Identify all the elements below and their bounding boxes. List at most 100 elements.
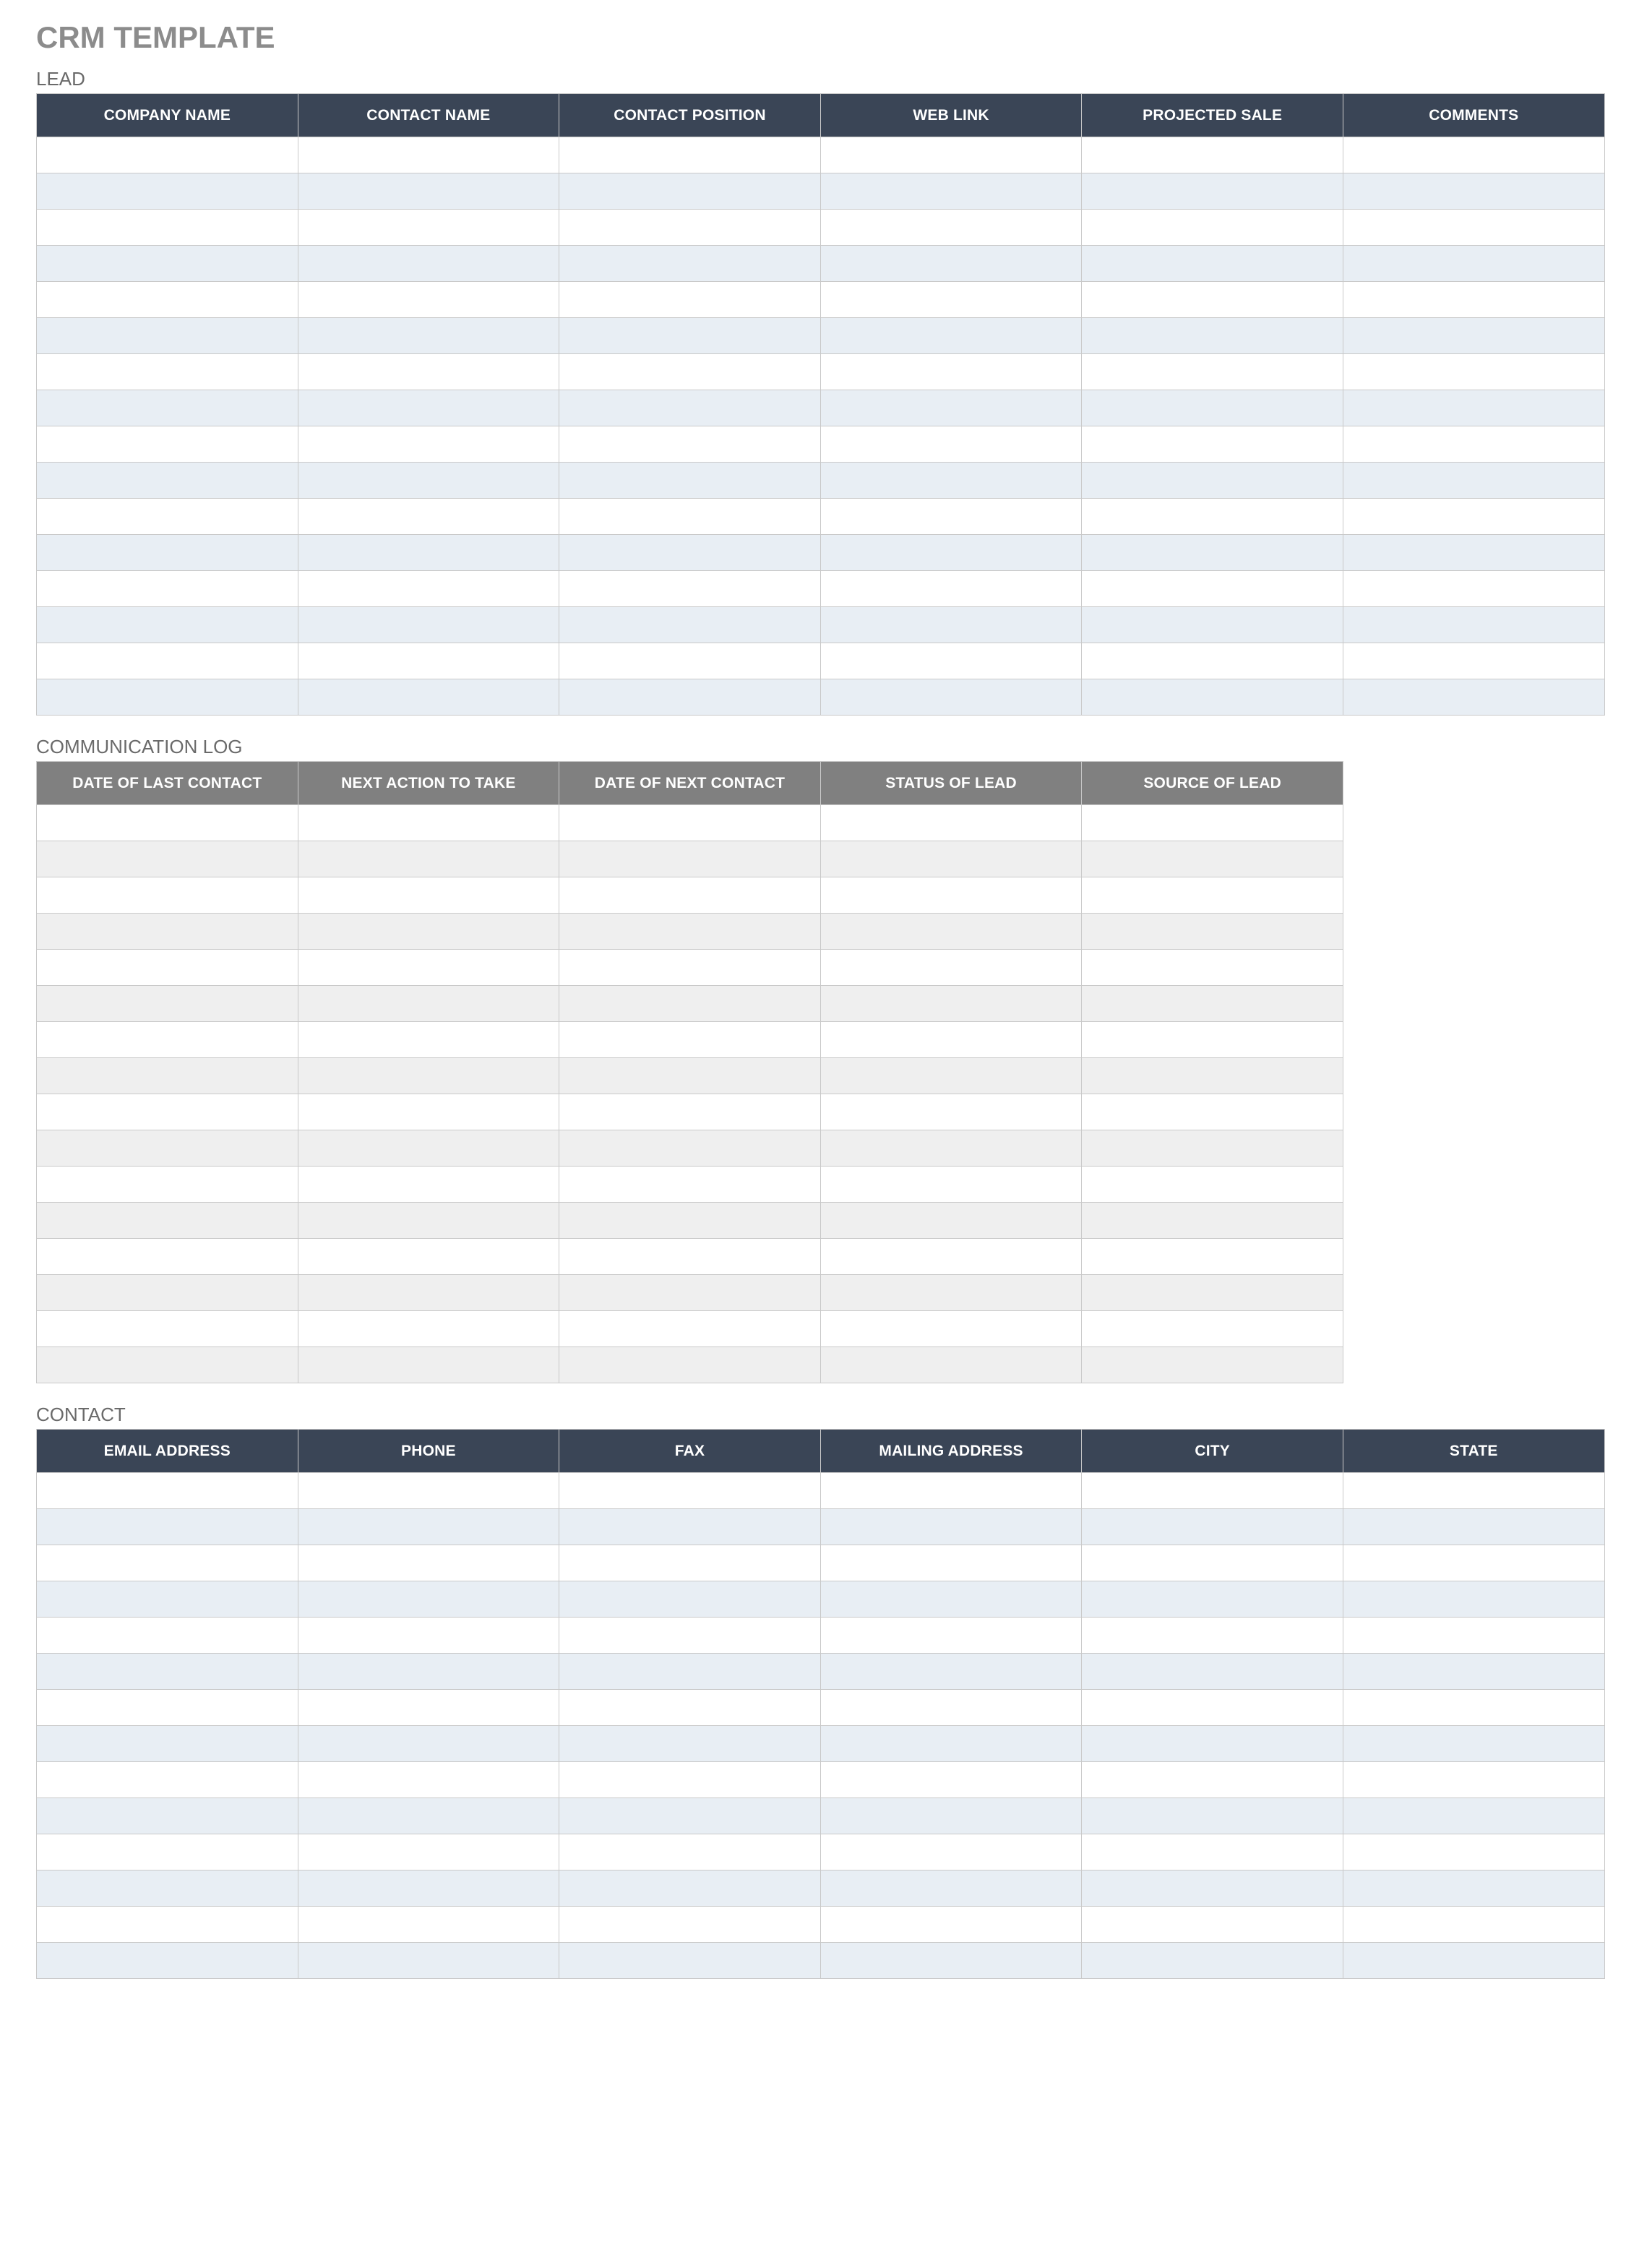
table-cell[interactable]: [298, 1058, 559, 1094]
table-cell[interactable]: [820, 1654, 1082, 1690]
table-cell[interactable]: [559, 173, 821, 210]
table-cell[interactable]: [559, 1311, 821, 1347]
table-cell[interactable]: [820, 1545, 1082, 1581]
table-cell[interactable]: [298, 986, 559, 1022]
table-cell[interactable]: [1343, 463, 1604, 499]
table-cell[interactable]: [1082, 607, 1343, 643]
table-cell[interactable]: [37, 1834, 298, 1870]
table-cell[interactable]: [1082, 282, 1343, 318]
table-cell[interactable]: [559, 1058, 821, 1094]
table-cell[interactable]: [820, 210, 1082, 246]
table-cell[interactable]: [298, 1943, 559, 1979]
table-cell[interactable]: [1343, 1834, 1604, 1870]
table-cell[interactable]: [298, 173, 559, 210]
table-cell[interactable]: [559, 1581, 821, 1618]
table-cell[interactable]: [1082, 805, 1343, 841]
table-cell[interactable]: [298, 137, 559, 173]
table-cell[interactable]: [298, 1907, 559, 1943]
table-cell[interactable]: [1343, 571, 1604, 607]
table-cell[interactable]: [559, 643, 821, 679]
table-cell[interactable]: [37, 914, 298, 950]
table-cell[interactable]: [820, 246, 1082, 282]
table-cell[interactable]: [1082, 1654, 1343, 1690]
table-cell[interactable]: [1082, 246, 1343, 282]
table-cell[interactable]: [298, 1167, 559, 1203]
table-cell[interactable]: [1082, 1726, 1343, 1762]
table-cell[interactable]: [559, 210, 821, 246]
table-cell[interactable]: [1343, 318, 1604, 354]
table-cell[interactable]: [820, 173, 1082, 210]
table-cell[interactable]: [1082, 1870, 1343, 1907]
table-cell[interactable]: [559, 137, 821, 173]
table-cell[interactable]: [298, 805, 559, 841]
table-cell[interactable]: [820, 986, 1082, 1022]
table-cell[interactable]: [820, 390, 1082, 426]
table-cell[interactable]: [820, 1311, 1082, 1347]
table-cell[interactable]: [820, 1130, 1082, 1167]
table-cell[interactable]: [1082, 1834, 1343, 1870]
table-cell[interactable]: [559, 390, 821, 426]
table-cell[interactable]: [559, 1726, 821, 1762]
table-cell[interactable]: [820, 1239, 1082, 1275]
table-cell[interactable]: [298, 499, 559, 535]
table-cell[interactable]: [1343, 607, 1604, 643]
table-cell[interactable]: [298, 1581, 559, 1618]
table-cell[interactable]: [559, 841, 821, 877]
table-cell[interactable]: [820, 535, 1082, 571]
table-cell[interactable]: [1082, 1762, 1343, 1798]
table-cell[interactable]: [37, 1618, 298, 1654]
table-cell[interactable]: [1082, 137, 1343, 173]
table-cell[interactable]: [820, 1870, 1082, 1907]
table-cell[interactable]: [820, 643, 1082, 679]
table-cell[interactable]: [298, 1545, 559, 1581]
table-cell[interactable]: [559, 607, 821, 643]
table-cell[interactable]: [1082, 1058, 1343, 1094]
table-cell[interactable]: [820, 1907, 1082, 1943]
table-cell[interactable]: [1082, 643, 1343, 679]
table-cell[interactable]: [1082, 841, 1343, 877]
table-cell[interactable]: [37, 426, 298, 463]
table-cell[interactable]: [1343, 210, 1604, 246]
table-cell[interactable]: [298, 571, 559, 607]
table-cell[interactable]: [37, 607, 298, 643]
table-cell[interactable]: [1343, 1473, 1604, 1509]
table-cell[interactable]: [37, 1022, 298, 1058]
table-cell[interactable]: [1082, 1545, 1343, 1581]
table-cell[interactable]: [559, 246, 821, 282]
table-cell[interactable]: [37, 137, 298, 173]
table-cell[interactable]: [559, 1907, 821, 1943]
table-cell[interactable]: [820, 1943, 1082, 1979]
table-cell[interactable]: [37, 877, 298, 914]
table-cell[interactable]: [37, 643, 298, 679]
table-cell[interactable]: [1343, 1690, 1604, 1726]
table-cell[interactable]: [820, 914, 1082, 950]
table-cell[interactable]: [298, 679, 559, 716]
table-cell[interactable]: [820, 679, 1082, 716]
table-cell[interactable]: [559, 535, 821, 571]
table-cell[interactable]: [559, 354, 821, 390]
table-cell[interactable]: [37, 679, 298, 716]
table-cell[interactable]: [37, 1545, 298, 1581]
table-cell[interactable]: [298, 354, 559, 390]
table-cell[interactable]: [298, 1618, 559, 1654]
table-cell[interactable]: [37, 1907, 298, 1943]
table-cell[interactable]: [820, 1834, 1082, 1870]
table-cell[interactable]: [820, 426, 1082, 463]
table-cell[interactable]: [37, 246, 298, 282]
table-cell[interactable]: [298, 1473, 559, 1509]
table-cell[interactable]: [559, 1130, 821, 1167]
table-cell[interactable]: [1082, 1203, 1343, 1239]
table-cell[interactable]: [820, 1022, 1082, 1058]
table-cell[interactable]: [559, 1798, 821, 1834]
table-cell[interactable]: [37, 1275, 298, 1311]
table-cell[interactable]: [37, 1203, 298, 1239]
table-cell[interactable]: [37, 950, 298, 986]
table-cell[interactable]: [1343, 1798, 1604, 1834]
table-cell[interactable]: [1082, 1943, 1343, 1979]
table-cell[interactable]: [1082, 1509, 1343, 1545]
table-cell[interactable]: [298, 426, 559, 463]
table-cell[interactable]: [1343, 246, 1604, 282]
table-cell[interactable]: [37, 173, 298, 210]
table-cell[interactable]: [1082, 499, 1343, 535]
table-cell[interactable]: [298, 1239, 559, 1275]
